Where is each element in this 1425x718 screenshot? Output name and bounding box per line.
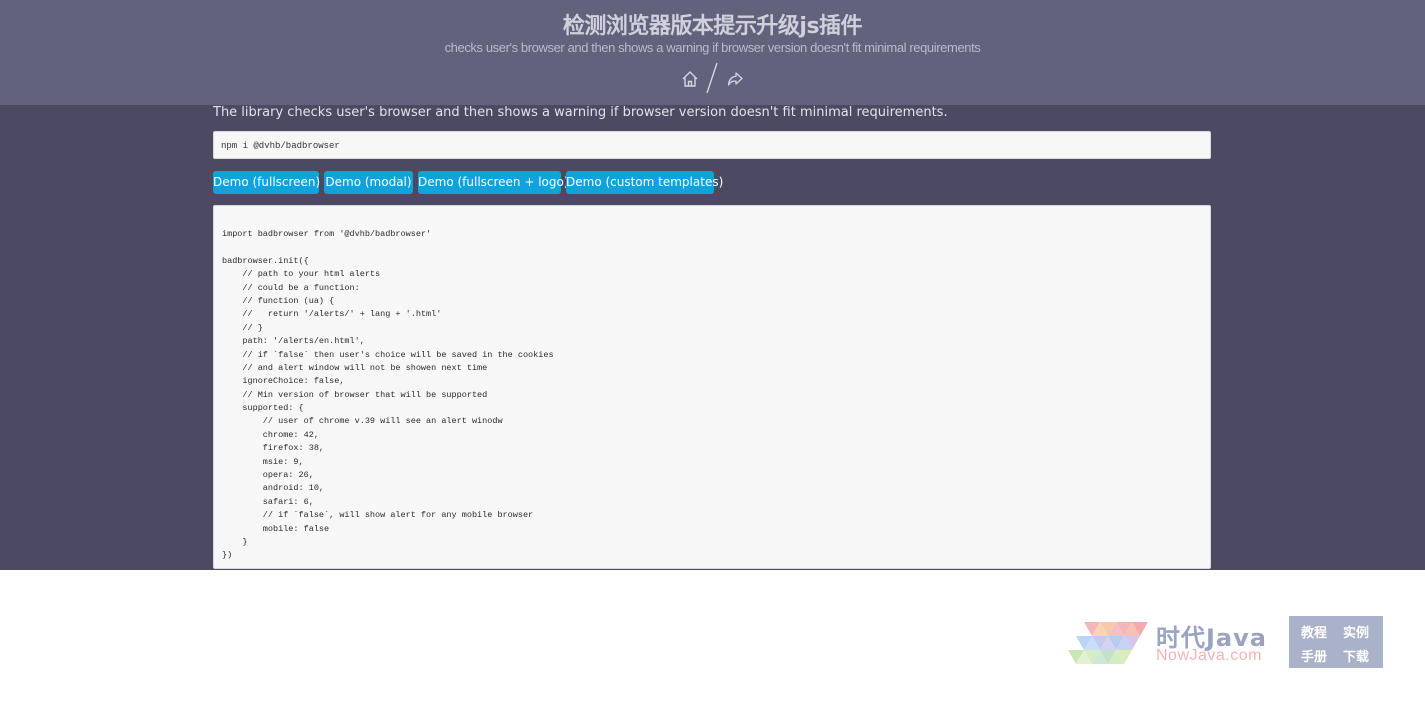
code-line: // if `false`, will show alert for any m… <box>222 510 534 521</box>
code-line: supported: { <box>222 403 304 414</box>
demo-custom-templates-button[interactable]: Demo (custom templates) <box>566 171 723 194</box>
code-line: } <box>222 536 248 547</box>
watermark-link-manual[interactable]: 手册 <box>1301 646 1327 665</box>
code-line: // function (ua) { <box>222 295 335 306</box>
watermark-name-en: NowJava.com <box>1156 647 1262 664</box>
code-line: firefox: 38, <box>222 443 325 454</box>
main-content: The library checks user's browser and th… <box>0 105 1425 570</box>
code-line: ignoreChoice: false, <box>222 376 345 387</box>
code-line: // user of chrome v.39 will see an alert… <box>222 416 503 427</box>
code-line: // return '/alerts/' + lang + '.html' <box>222 309 442 320</box>
code-line: safari: 6, <box>222 496 314 507</box>
header-nav <box>0 62 1425 94</box>
demo-modal-button[interactable]: Demo (modal) <box>324 171 413 194</box>
code-line: // if `false` then user's choice will be… <box>222 349 554 360</box>
watermark-link-example[interactable]: 实例 <box>1343 622 1369 641</box>
page-subtitle: checks user's browser and then shows a w… <box>444 40 981 55</box>
page-title: 检测浏览器版本提示升级js插件 <box>562 14 863 39</box>
share-icon[interactable] <box>727 71 743 87</box>
site-watermark[interactable]: 时代Java NowJava.com 教程 实例 手册 下载 <box>1058 616 1384 668</box>
code-line: badbrowser.init({ <box>222 255 309 266</box>
intro-text: The library checks user's browser and th… <box>213 105 948 120</box>
code-line: }) <box>222 550 233 561</box>
install-command-box[interactable]: npm i @dvhb/badbrowser <box>213 131 1211 159</box>
code-line: chrome: 42, <box>222 429 319 440</box>
watermark-link-download[interactable]: 下载 <box>1343 646 1369 665</box>
code-line: // and alert window will not be showen n… <box>222 362 488 373</box>
watermark-link-tutorial[interactable]: 教程 <box>1301 622 1327 641</box>
demo-fullscreen-button[interactable]: Demo (fullscreen) <box>213 171 320 194</box>
watermark-links: 教程 实例 手册 下载 <box>1289 616 1383 668</box>
code-line: mobile: false <box>222 523 330 534</box>
code-line: android: 10, <box>222 483 325 494</box>
triangle-logo-icon <box>1068 622 1148 664</box>
code-line: import badbrowser from '@dvhb/badbrowser… <box>222 229 432 239</box>
code-line: // } <box>222 322 263 333</box>
code-line: // path to your html alerts <box>222 269 381 280</box>
demo-fullscreen-logo-button[interactable]: Demo (fullscreen + logo) <box>418 171 569 194</box>
page-header: 检测浏览器版本提示升级js插件 checks user's browser an… <box>0 0 1425 105</box>
code-line: msie: 9, <box>222 456 304 467</box>
code-line: opera: 26, <box>222 470 314 481</box>
slash-divider <box>706 62 718 94</box>
home-icon[interactable] <box>681 70 699 88</box>
code-line: path: '/alerts/en.html', <box>222 336 365 347</box>
code-example[interactable]: import badbrowser from '@dvhb/badbrowser… <box>213 205 1211 569</box>
code-line: // Min version of browser that will be s… <box>222 389 488 400</box>
code-line: // could be a function: <box>222 282 360 293</box>
